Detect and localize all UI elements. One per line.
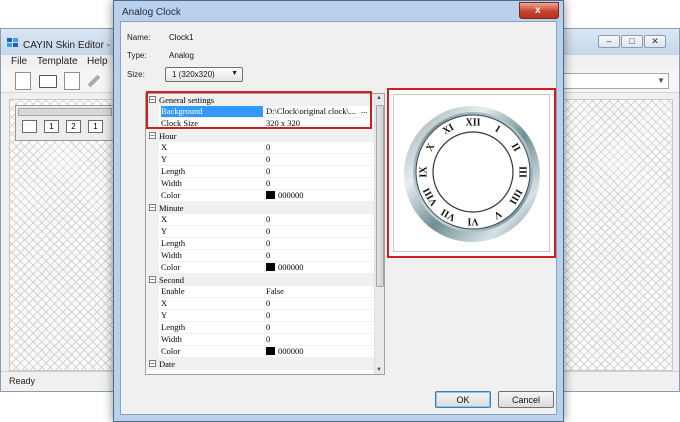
clock-preview: XII I II III IIII V VI VII VIII IX X XI: [393, 94, 550, 252]
prop-hour-width[interactable]: Width 0: [146, 178, 374, 190]
size-select[interactable]: 1 (320x320) ▼: [165, 67, 243, 82]
prop-hour-x[interactable]: X0: [146, 142, 374, 154]
name-value: Clock1: [169, 33, 194, 42]
ok-button[interactable]: OK: [435, 391, 491, 408]
scroll-up-icon[interactable]: ▲: [376, 95, 382, 101]
right-canvas: [563, 99, 673, 371]
pencil-icon[interactable]: [87, 74, 101, 88]
size-label: Size:: [127, 70, 145, 79]
collapse-icon[interactable]: –: [149, 276, 156, 283]
prop-minute-width[interactable]: Width 0: [146, 250, 374, 262]
prop-minute-x[interactable]: X0: [146, 214, 374, 226]
color-swatch: [266, 347, 275, 355]
category-date[interactable]: – Date: [146, 358, 374, 370]
grid-icon[interactable]: [22, 120, 37, 133]
menu-help[interactable]: Help: [87, 56, 108, 67]
clock-numeral: IX: [419, 166, 430, 178]
template-toolbar-grip: [18, 108, 112, 116]
menu-file[interactable]: File: [11, 56, 27, 67]
category-hour[interactable]: – Hour: [146, 130, 374, 142]
clock-numeral: XII: [465, 118, 480, 129]
prop-second-color[interactable]: Color 000000: [146, 346, 374, 358]
layout-2-button[interactable]: 2: [66, 120, 81, 133]
category-second[interactable]: – Second: [146, 274, 374, 286]
prop-hour-color[interactable]: Color 000000: [146, 190, 374, 202]
size-select-value: 1 (320x320): [172, 70, 215, 79]
name-label: Name:: [127, 33, 151, 42]
status-text: Ready: [9, 376, 36, 386]
menu-template[interactable]: Template: [37, 56, 78, 67]
clock-numeral: III: [517, 166, 528, 178]
color-swatch: [266, 263, 275, 271]
layout-3-button[interactable]: 1: [88, 120, 103, 133]
dialog-title: Analog Clock: [122, 7, 181, 18]
prop-second-width[interactable]: Width 0: [146, 334, 374, 346]
type-value: Analog: [169, 51, 194, 60]
collapse-icon[interactable]: –: [149, 132, 156, 139]
prop-second-enable[interactable]: Enable False: [146, 286, 374, 298]
prop-hour-length[interactable]: Length 0: [146, 166, 374, 178]
prop-minute-y[interactable]: Y0: [146, 226, 374, 238]
close-icon: x: [535, 5, 541, 16]
clock-inner-ring: [432, 131, 514, 213]
clock-face-image: XIIIIIIIIIIIIVVIVIIVIIIIXXXI: [404, 106, 540, 242]
clock-preview-frame: XII I II III IIII V VI VII VIII IX X XI: [387, 88, 556, 258]
main-close-button[interactable]: ✕: [644, 35, 666, 48]
prop-hour-y[interactable]: Y0: [146, 154, 374, 166]
cancel-button[interactable]: Cancel: [498, 391, 554, 408]
prop-minute-color[interactable]: Color 000000: [146, 262, 374, 274]
new-file-icon[interactable]: [15, 72, 31, 90]
dialog-client-area: Name: Clock1 Type: Analog Size: 1 (320x3…: [120, 21, 557, 415]
chevron-down-icon: ▼: [231, 70, 238, 77]
app-title: CAYIN Skin Editor - 未: [23, 40, 123, 51]
clock-numeral: VI: [467, 216, 478, 227]
color-swatch: [266, 191, 275, 199]
analog-clock-dialog: Analog Clock x Name: Clock1 Type: Analog…: [113, 0, 564, 422]
scrollbar-thumb[interactable]: [376, 105, 384, 287]
minimize-button[interactable]: –: [598, 35, 620, 48]
prop-second-x[interactable]: X0: [146, 298, 374, 310]
scroll-down-icon[interactable]: ▼: [376, 367, 382, 373]
dialog-close-button[interactable]: x: [519, 2, 559, 19]
template-toolbar-panel: 1 2 1: [15, 105, 115, 141]
prop-second-y[interactable]: Y0: [146, 310, 374, 322]
property-grid-scrollbar[interactable]: ▲ ▼: [374, 94, 384, 374]
chevron-down-icon: ▼: [657, 76, 665, 85]
prop-second-length[interactable]: Length 0: [146, 322, 374, 334]
property-grid: – General settings Background D:\Clock\o…: [145, 93, 385, 375]
main-combo-box[interactable]: ▼: [563, 73, 669, 89]
type-label: Type:: [127, 51, 147, 60]
layout-1-button[interactable]: 1: [44, 120, 59, 133]
collapse-icon[interactable]: –: [149, 360, 156, 367]
app-logo-icon: [7, 38, 19, 48]
category-minute[interactable]: – Minute: [146, 202, 374, 214]
collapse-icon[interactable]: –: [149, 204, 156, 211]
prop-minute-length[interactable]: Length 0: [146, 238, 374, 250]
maximize-button[interactable]: □: [621, 35, 643, 48]
highlight-box-general-settings: [146, 91, 372, 129]
open-folder-icon[interactable]: [39, 75, 57, 88]
save-file-icon[interactable]: [64, 72, 80, 90]
